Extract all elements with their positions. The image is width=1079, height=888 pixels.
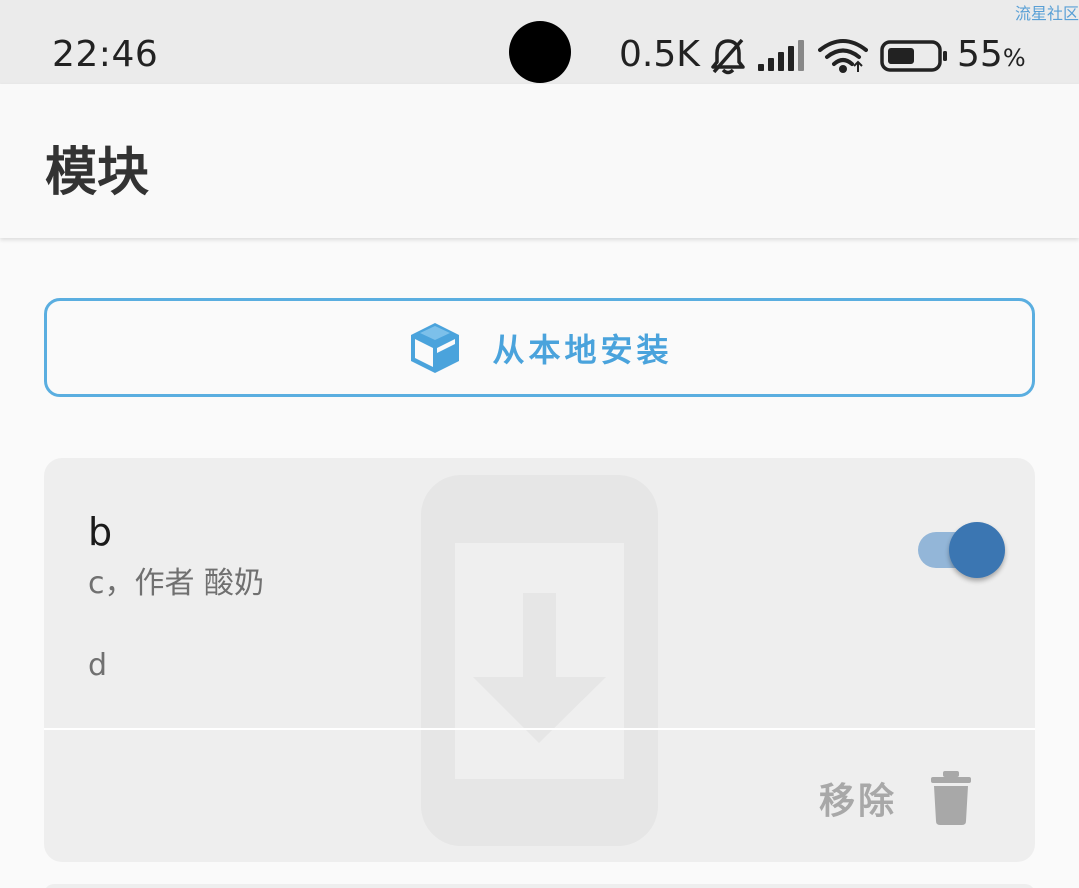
module-enable-toggle[interactable] xyxy=(916,522,1008,580)
trash-icon xyxy=(931,771,972,825)
battery-icon xyxy=(880,40,947,72)
package-box-icon xyxy=(411,322,460,373)
camera-cutout xyxy=(509,21,571,83)
signal-icon xyxy=(758,40,804,71)
card-divider xyxy=(44,728,1035,730)
battery-level: 55 xyxy=(957,34,1003,75)
page-title: 模块 xyxy=(45,143,150,203)
module-version-author: c，作者 酸奶 xyxy=(88,566,265,601)
install-from-local-button[interactable]: 从本地安装 xyxy=(44,298,1035,397)
network-speed: 0.5K xyxy=(619,34,700,75)
battery-percentage: 55% xyxy=(957,34,1026,75)
remove-button-label: 移除 xyxy=(819,781,898,822)
status-time: 22:46 xyxy=(52,34,159,75)
bell-muted-icon xyxy=(711,38,745,75)
module-name: b xyxy=(88,510,113,554)
app-bar: 模块 xyxy=(0,84,1079,238)
watermark-text: 流星社区 xyxy=(1014,4,1079,23)
toggle-thumb xyxy=(949,522,1005,578)
battery-unit: % xyxy=(1002,44,1026,72)
status-bar: 流星社区 22:46 0.5K 55% xyxy=(0,0,1079,84)
install-button-label: 从本地安装 xyxy=(492,330,673,369)
wifi-icon xyxy=(818,39,868,73)
remove-module-button[interactable]: 移除 xyxy=(819,763,973,833)
module-description: d xyxy=(88,648,108,683)
module-placeholder-illustration xyxy=(421,475,658,846)
next-module-card xyxy=(44,884,1035,888)
module-card: b c，作者 酸奶 d 移除 xyxy=(44,458,1035,862)
